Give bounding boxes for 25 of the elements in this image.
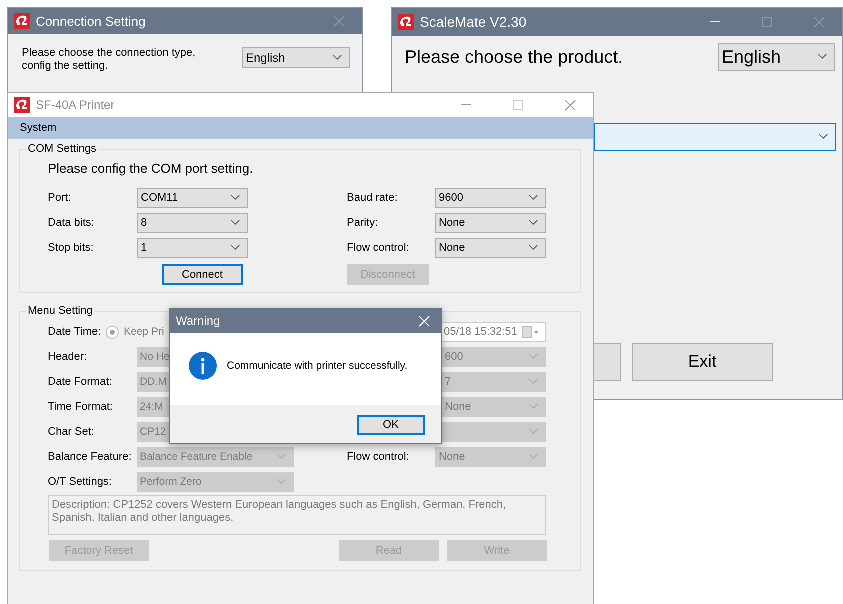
field-label: Char Set:: [48, 426, 94, 438]
window-title: SF-40A Printer: [36, 98, 116, 112]
field-label: Data bits:: [48, 217, 94, 229]
product-prompt: Please choose the product.: [405, 46, 624, 68]
field-label: Flow control:: [347, 451, 410, 463]
dialog-message: Communicate with printer successfully.: [227, 360, 408, 372]
field-label: Date Time:: [48, 326, 102, 338]
field-label: Flow control:: [347, 242, 410, 254]
field-label: Stop bits:: [48, 242, 94, 254]
connection-prompt: Please choose the connection type, config the setting.: [22, 47, 197, 72]
window-title: Connection Setting: [36, 14, 147, 28]
field-label: Parity:: [347, 217, 378, 229]
field-label: Header:: [48, 351, 88, 363]
description-text: Description: CP1252 covers Western European languages such as English, German, French, Spanish, Italian and other languages.: [48, 495, 546, 535]
com-prompt: Please config the COM port setting.: [48, 161, 254, 176]
group-title: COM Settings: [27, 143, 98, 155]
group-title: Menu Setting: [27, 305, 94, 317]
field-label: Balance Feature:: [48, 451, 132, 463]
field-label: Date Format:: [48, 376, 112, 388]
field-label: Time Format:: [48, 401, 113, 413]
dialog-title: Warning: [176, 314, 222, 328]
field-label: Baud rate:: [347, 192, 398, 204]
field-label: Port:: [48, 192, 72, 204]
field-label: O/T Settings:: [48, 476, 112, 488]
window-title: ScaleMate V2.30: [420, 14, 528, 30]
